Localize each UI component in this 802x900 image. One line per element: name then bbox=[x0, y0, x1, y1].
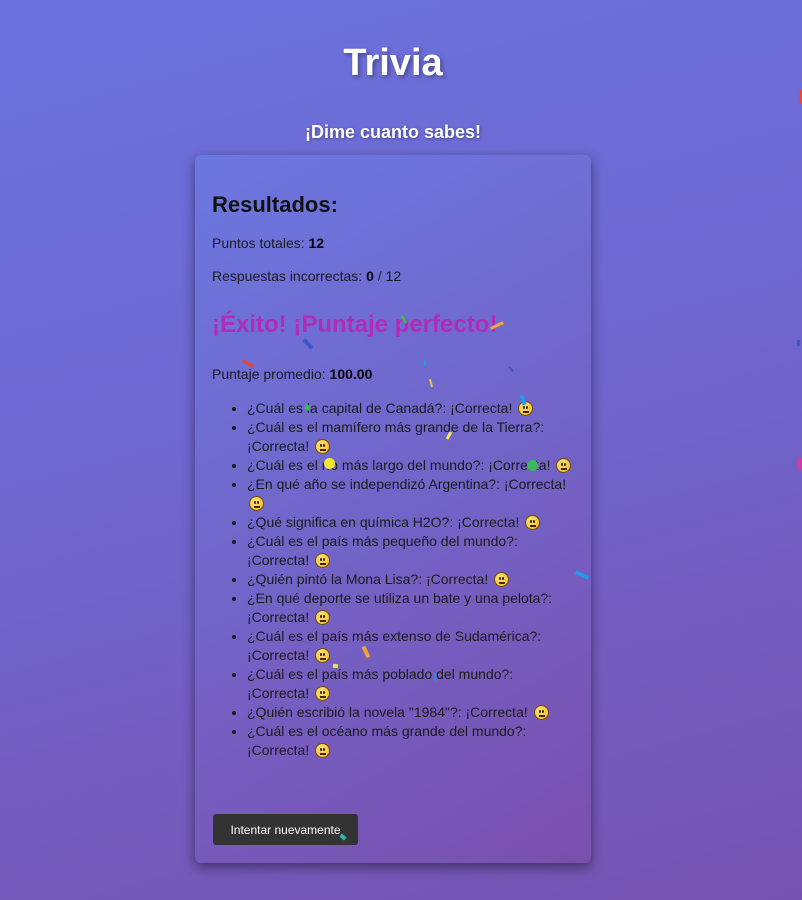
answer-text: ¿Cuál es el mamífero más grande de la Ti… bbox=[247, 419, 545, 454]
neutral-face-icon bbox=[315, 743, 331, 758]
answer-item: ¿Cuál es la capital de Canadá?: ¡Correct… bbox=[247, 399, 572, 418]
neutral-face-icon bbox=[525, 515, 541, 530]
neutral-face-icon bbox=[315, 648, 331, 663]
total-points-label: Puntos totales: bbox=[212, 235, 309, 251]
answers-list: ¿Cuál es la capital de Canadá?: ¡Correct… bbox=[212, 399, 572, 760]
answer-text: ¿Cuál es el océano más grande del mundo?… bbox=[247, 723, 527, 758]
neutral-face-icon bbox=[494, 572, 510, 587]
incorrect-total: / 12 bbox=[373, 268, 402, 284]
answer-text: ¿Qué significa en química H2O?: ¡Correct… bbox=[247, 514, 520, 530]
neutral-face-icon bbox=[249, 496, 264, 511]
answer-item: ¿Cuál es el país más poblado del mundo?:… bbox=[247, 665, 572, 703]
total-points: Puntos totales: 12 bbox=[212, 234, 324, 252]
answer-text: ¿En qué deporte se utiliza un bate y una… bbox=[247, 590, 553, 625]
answer-item: ¿Quién pintó la Mona Lisa?: ¡Correcta! bbox=[247, 570, 572, 589]
incorrect-answers: Respuestas incorrectas: 0 / 12 bbox=[212, 267, 401, 285]
confetti-piece bbox=[798, 458, 801, 470]
average-label: Puntaje promedio: bbox=[212, 366, 330, 382]
results-card: Resultados: Puntos totales: 12 Respuesta… bbox=[195, 155, 591, 863]
incorrect-label: Respuestas incorrectas: bbox=[212, 268, 367, 284]
average-score: Puntaje promedio: 100.00 bbox=[212, 365, 372, 383]
answer-text: ¿Cuál es el país más pequeño del mundo?:… bbox=[247, 533, 518, 568]
total-points-value: 12 bbox=[308, 235, 325, 251]
answer-item: ¿Cuál es el país más extenso de Sudaméri… bbox=[247, 627, 572, 665]
results-heading: Resultados: bbox=[212, 192, 338, 217]
answer-text: ¿En qué año se independizó Argentina?: ¡… bbox=[247, 476, 567, 492]
answer-item: ¿En qué deporte se utiliza un bate y una… bbox=[247, 589, 572, 627]
answer-text: ¿Quién escribió la novela "1984"?: ¡Corr… bbox=[247, 704, 528, 720]
answer-item: ¿Cuál es el país más pequeño del mundo?:… bbox=[247, 532, 572, 570]
answer-item: ¿Cuál es el río más largo del mundo?: ¡C… bbox=[247, 456, 572, 475]
average-value: 100.00 bbox=[329, 366, 373, 382]
neutral-face-icon bbox=[315, 553, 331, 568]
answer-text: ¿Cuál es el país más poblado del mundo?:… bbox=[247, 666, 514, 701]
confetti-piece bbox=[797, 340, 800, 346]
answer-item: ¿Cuál es el océano más grande del mundo?… bbox=[247, 722, 572, 760]
neutral-face-icon bbox=[315, 610, 331, 625]
answer-item: ¿Quién escribió la novela "1984"?: ¡Corr… bbox=[247, 703, 572, 722]
incorrect-value: 0 bbox=[366, 268, 374, 284]
retry-button[interactable]: Intentar nuevamente bbox=[213, 814, 358, 845]
neutral-face-icon bbox=[315, 686, 331, 701]
neutral-face-icon bbox=[533, 705, 549, 720]
answer-text: ¿Cuál es el río más largo del mundo?: ¡C… bbox=[247, 457, 551, 473]
answer-item: ¿Qué significa en química H2O?: ¡Correct… bbox=[247, 513, 572, 532]
answer-text: ¿Cuál es el país más extenso de Sudaméri… bbox=[247, 628, 542, 663]
answer-item: ¿En qué año se independizó Argentina?: ¡… bbox=[247, 475, 572, 513]
answer-item: ¿Cuál es el mamífero más grande de la Ti… bbox=[247, 418, 572, 456]
answer-text: ¿Cuál es la capital de Canadá?: ¡Correct… bbox=[247, 400, 513, 416]
success-message: ¡Éxito! ¡Puntaje perfecto! bbox=[212, 311, 498, 338]
app-subtitle: ¡Dime cuanto sabes! bbox=[304, 122, 482, 142]
answer-text: ¿Quién pintó la Mona Lisa?: ¡Correcta! bbox=[247, 571, 489, 587]
neutral-face-icon bbox=[556, 458, 572, 473]
neutral-face-icon bbox=[518, 401, 534, 416]
neutral-face-icon bbox=[315, 439, 331, 454]
app-title: Trivia bbox=[343, 42, 443, 84]
